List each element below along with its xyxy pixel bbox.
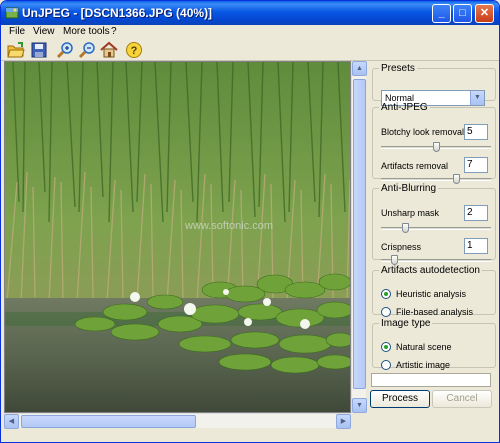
crispness-label: Crispness [381, 242, 422, 252]
heuristic-label: Heuristic analysis [396, 289, 467, 299]
scroll-left-icon[interactable]: ◀ [4, 414, 19, 429]
toolbar: ? [1, 39, 499, 61]
blotchy-input[interactable]: 5 [464, 124, 488, 140]
presets-group: Presets Normal ▼ [372, 63, 496, 106]
menu-view[interactable]: View [33, 26, 55, 37]
menu-bar: File View More tools ? [1, 25, 499, 39]
artifacts-input[interactable]: 7 [464, 157, 488, 173]
file-based-radio[interactable] [381, 307, 391, 317]
natural-scene-label: Natural scene [396, 342, 452, 352]
image-watermark: www.softonic.com [184, 220, 273, 232]
file-based-label: File-based analysis [396, 307, 474, 317]
zoom-in-icon[interactable] [56, 41, 74, 59]
anti-jpeg-group: Anti-JPEG Blotchy look removal 5 Artifac… [372, 102, 496, 184]
settings-panel: Presets Normal ▼ Anti-JPEG Blotchy look … [369, 61, 497, 413]
save-icon[interactable] [30, 41, 48, 59]
svg-text:?: ? [131, 45, 138, 57]
unsharp-slider-thumb[interactable] [401, 223, 409, 233]
minimize-button[interactable]: _ [432, 4, 451, 23]
anti-blurring-legend: Anti-Blurring [381, 183, 437, 194]
crispness-slider-thumb[interactable] [391, 255, 399, 265]
open-icon[interactable] [7, 41, 25, 59]
unsharp-label: Unsharp mask [381, 208, 440, 218]
close-button[interactable]: ✕ [475, 4, 494, 23]
vertical-scroll-thumb[interactable] [353, 79, 366, 389]
natural-scene-radio[interactable] [381, 342, 391, 352]
title-bar[interactable]: UnJPEG - [DSCN1366.JPG (40%)] _ □ ✕ [1, 1, 499, 25]
menu-more-tools[interactable]: More tools [63, 26, 110, 37]
status-bar [1, 428, 499, 442]
photo-preview: www.softonic.com [5, 62, 350, 412]
scroll-right-icon[interactable]: ▶ [336, 414, 351, 429]
image-type-group: Image type Natural scene Artistic image [372, 318, 496, 370]
anti-jpeg-legend: Anti-JPEG [381, 102, 428, 113]
window-title: UnJPEG - [DSCN1366.JPG (40%)] [22, 6, 213, 20]
zoom-out-icon[interactable] [78, 41, 96, 59]
process-button[interactable]: Process [370, 390, 430, 408]
main-window: UnJPEG - [DSCN1366.JPG (40%)] _ □ ✕ File… [0, 0, 500, 443]
scroll-down-icon[interactable]: ▼ [352, 398, 367, 413]
maximize-button[interactable]: □ [453, 4, 472, 23]
progress-bar [371, 373, 491, 387]
blotchy-label: Blotchy look removal [381, 127, 465, 137]
menu-help[interactable]: ? [111, 26, 117, 37]
image-type-legend: Image type [381, 318, 431, 329]
artistic-image-radio[interactable] [381, 360, 391, 370]
app-icon [5, 7, 19, 19]
unsharp-input[interactable]: 2 [464, 205, 488, 221]
crispness-input[interactable]: 1 [464, 238, 488, 254]
presets-legend: Presets [381, 63, 415, 74]
vertical-scrollbar[interactable]: ▲ ▼ [351, 61, 367, 413]
anti-blurring-group: Anti-Blurring Unsharp mask 2 Crispness 1 [372, 183, 496, 265]
menu-file[interactable]: File [9, 26, 25, 37]
heuristic-radio[interactable] [381, 289, 391, 299]
scroll-up-icon[interactable]: ▲ [352, 61, 367, 76]
horizontal-scrollbar[interactable]: ◀ ▶ [4, 413, 351, 429]
image-viewport[interactable]: www.softonic.com [4, 61, 351, 413]
home-icon[interactable] [100, 41, 118, 59]
blotchy-slider-thumb[interactable] [432, 142, 440, 152]
cancel-button[interactable]: Cancel [432, 390, 492, 408]
autodetect-group: Artifacts autodetection Heuristic analys… [372, 265, 496, 317]
artistic-image-label: Artistic image [396, 360, 451, 370]
artifacts-slider-track[interactable] [381, 178, 491, 181]
horizontal-scroll-thumb[interactable] [21, 415, 196, 428]
unsharp-slider-track[interactable] [381, 227, 491, 230]
autodetect-legend: Artifacts autodetection [381, 265, 480, 276]
artifacts-label: Artifacts removal [381, 161, 449, 171]
help-icon[interactable]: ? [125, 41, 143, 59]
